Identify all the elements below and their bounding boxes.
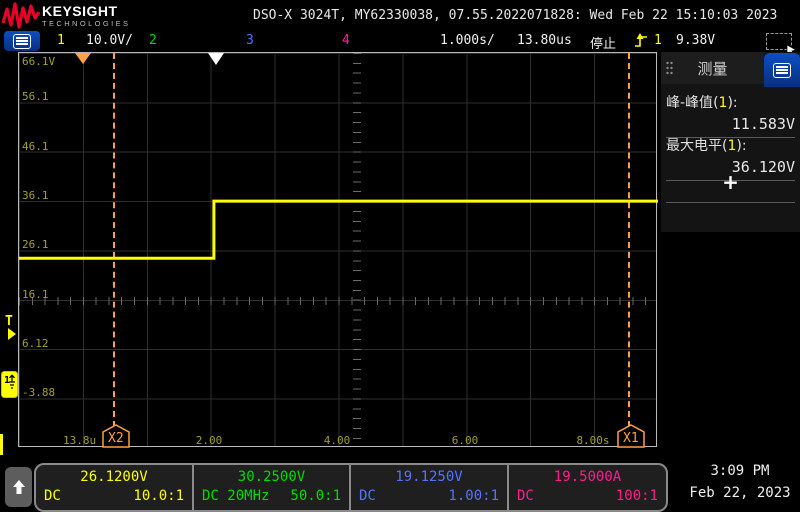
channel1-waveform: [19, 199, 658, 260]
channel3-coupling: DC: [359, 488, 376, 504]
up-arrow-icon: [12, 480, 25, 494]
channel1-readout[interactable]: 26.1200V DC 10.0:1: [36, 465, 192, 510]
channel1-key[interactable]: 1: [57, 33, 65, 48]
channel4-probe: 100:1: [615, 488, 658, 504]
menu-icon: [773, 62, 791, 78]
measurement-value: 11.583V: [731, 115, 795, 133]
channel3-offset: 19.1250V: [395, 469, 463, 485]
measurement-label: 最大电平: [666, 138, 722, 154]
channel1-ground-marker[interactable]: 1: [1, 371, 18, 398]
brand-block: KEYSIGHT TECHNOLOGIES: [42, 4, 130, 28]
channel2-probe: 50.0:1: [290, 488, 341, 504]
channel3-readout[interactable]: 19.1250V DC 1.00:1: [349, 465, 507, 510]
trigger-level[interactable]: 9.38V: [676, 33, 715, 48]
measurement-label: 峰-峰值: [666, 95, 714, 111]
clock-block: 3:09 PM Feb 22, 2023: [686, 460, 794, 504]
add-measurement-button[interactable]: +: [661, 172, 800, 192]
measurement-panel: 测量 峰-峰值(1): 11.583V 最大电平(1): 36.120V +: [661, 52, 800, 232]
channel4-coupling: DC: [517, 488, 534, 504]
status-bar: 1 10.0V/ 2 3 4 1.000s/ 13.80us 停止 1 9.38…: [0, 30, 800, 56]
touch-select-icon[interactable]: [766, 33, 797, 56]
drag-handle-icon[interactable]: [666, 61, 673, 75]
channel2-coupling: DC 20MHz: [202, 488, 270, 504]
channel4-offset: 19.5000A: [553, 469, 622, 485]
measurement-row[interactable]: 峰-峰值(1): 11.583V: [666, 92, 795, 138]
channel1-scale[interactable]: 10.0V/: [86, 33, 133, 48]
keysight-logo-icon: [2, 2, 40, 29]
channel3-key[interactable]: 3: [246, 33, 254, 48]
trigger-level-marker[interactable]: T: [5, 314, 13, 329]
channel2-key[interactable]: 2: [149, 33, 157, 48]
channel1-probe: 10.0:1: [133, 488, 184, 504]
panel-menu-button[interactable]: [764, 53, 800, 87]
instrument-title: DSO-X 3024T, MY62330038, 07.55.202207182…: [253, 8, 778, 23]
waveform-graticule[interactable]: 66.1V 56.1 46.1 36.1 26.1 16.1 6.12 -3.8…: [18, 52, 658, 448]
channel2-offset: 30.2500V: [237, 469, 306, 485]
trigger-source[interactable]: 1: [654, 33, 662, 48]
delay-readout[interactable]: 13.80us: [517, 33, 572, 48]
chann3-probe: 1.00:1: [448, 488, 499, 504]
trigger-level-arrow-icon[interactable]: [8, 328, 16, 340]
channel1-coupling: DC: [44, 488, 61, 504]
channel4-key[interactable]: 4: [342, 33, 350, 48]
timebase-readout[interactable]: 1.000s/: [440, 33, 495, 48]
title-bar: KEYSIGHT TECHNOLOGIES DSO-X 3024T, MY623…: [0, 0, 800, 30]
date-display: Feb 22, 2023: [689, 485, 791, 501]
channel-readout-group: 26.1200V DC 10.0:1 30.2500V DC 20MHz 50.…: [34, 463, 668, 512]
channel4-readout[interactable]: 19.5000A DC 100:1: [507, 465, 666, 510]
svg-text:1: 1: [4, 375, 10, 386]
time-display: 3:09 PM: [710, 463, 770, 479]
oscilloscope-screen: KEYSIGHT TECHNOLOGIES DSO-X 3024T, MY623…: [0, 0, 800, 512]
expand-up-button[interactable]: [5, 467, 32, 507]
trigger-edge-icon: [635, 33, 647, 47]
bottom-bar: 26.1200V DC 10.0:1 30.2500V DC 20MHz 50.…: [0, 455, 800, 512]
run-state: 停止: [590, 37, 617, 52]
separator: [666, 202, 795, 203]
main-menu-button[interactable]: [4, 31, 40, 51]
menu-icon: [13, 33, 31, 49]
drag-handle-icon[interactable]: [717, 61, 724, 75]
measurement-panel-header[interactable]: 测量: [661, 52, 764, 84]
brand-sub: TECHNOLOGIES: [42, 19, 131, 28]
channel2-readout[interactable]: 30.2500V DC 20MHz 50.0:1: [192, 465, 349, 510]
channel1-offset: 26.1200V: [80, 469, 148, 485]
brand-name: KEYSIGHT: [42, 3, 118, 19]
